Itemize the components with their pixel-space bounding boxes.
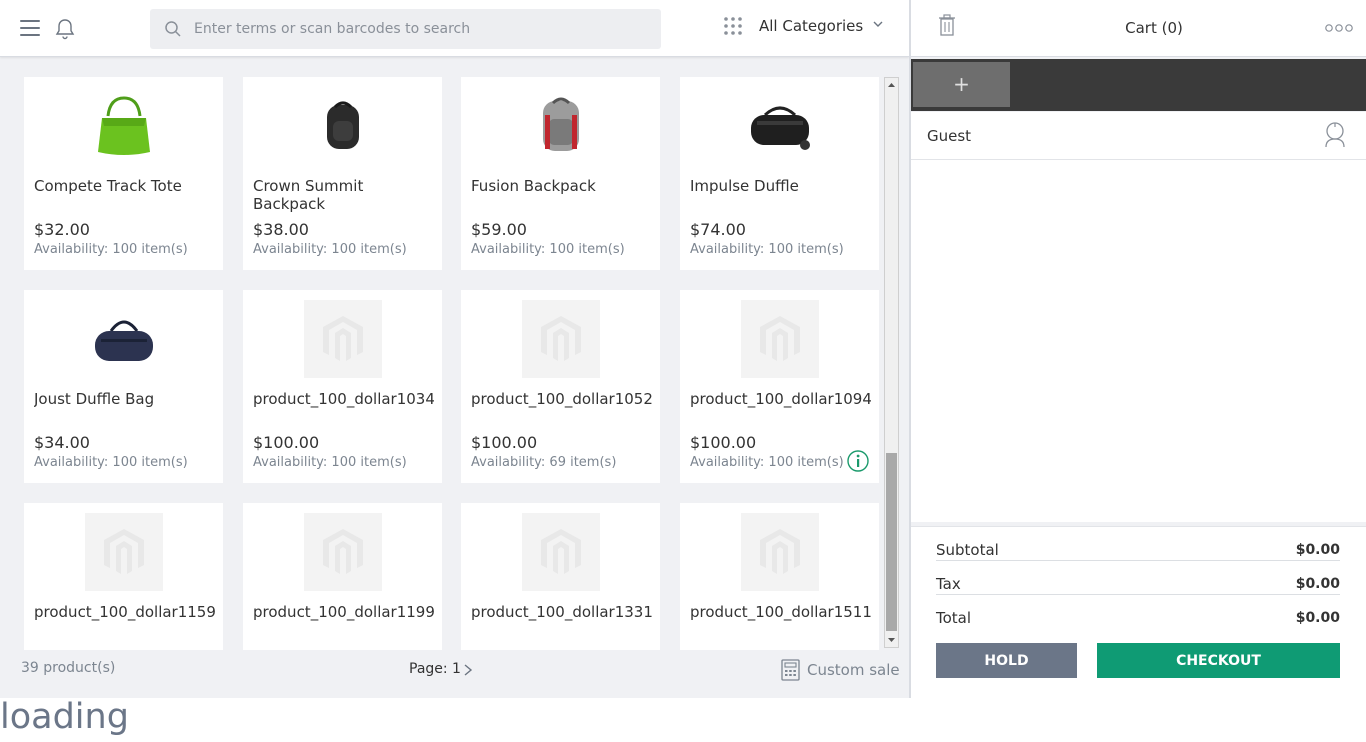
product-availability: Availability: 100 item(s) [253, 242, 407, 257]
product-availability: Availability: 100 item(s) [471, 242, 625, 257]
subtotal-label: Subtotal [936, 541, 999, 559]
subtotal-value: $0.00 [1295, 542, 1340, 558]
hamburger-menu-icon[interactable] [20, 20, 40, 38]
product-card[interactable]: product_100_dollar1034 $100.00 Availabil… [243, 290, 442, 483]
category-select[interactable]: All Categories [759, 17, 863, 35]
bag-product-image [85, 87, 163, 165]
product-price: $32.00 [34, 220, 90, 239]
info-icon[interactable] [847, 450, 869, 472]
scroll-down-arrow-icon[interactable] [885, 633, 898, 647]
user-icon[interactable] [1322, 121, 1348, 149]
checkout-button[interactable]: CHECKOUT [1097, 643, 1340, 678]
total-row: Total $0.00 [936, 595, 1340, 629]
product-name: product_100_dollar1199 [253, 603, 434, 621]
product-name: Impulse Duffle [690, 177, 799, 195]
subtotal-row: Subtotal $0.00 [936, 527, 1340, 561]
product-grid: Compete Track Tote $32.00 Availability: … [0, 58, 909, 650]
product-price: $34.00 [34, 433, 90, 452]
placeholder-image [521, 300, 600, 378]
product-price: $100.00 [690, 433, 757, 452]
duffle-product-image [741, 87, 819, 165]
product-name: product_100_dollar1511 [690, 603, 871, 621]
placeholder-image [303, 513, 382, 591]
cart-tabs-bar: + [911, 59, 1366, 111]
product-price: $74.00 [690, 220, 746, 239]
chevron-down-icon[interactable] [872, 18, 884, 30]
custom-sale-button[interactable]: Custom sale [781, 659, 900, 681]
chevron-right-icon[interactable] [462, 662, 474, 678]
backpack-product-image [304, 87, 382, 165]
product-availability: Availability: 100 item(s) [690, 242, 844, 257]
placeholder-image [740, 300, 819, 378]
cart-totals: Subtotal $0.00 Tax $0.00 Total $0.00 HOL… [911, 526, 1366, 698]
product-card[interactable]: product_100_dollar1094 $100.00 Availabil… [680, 290, 879, 483]
bell-icon[interactable] [53, 17, 77, 41]
placeholder-image [740, 513, 819, 591]
product-count: 39 product(s) [21, 660, 116, 676]
product-price: $59.00 [471, 220, 527, 239]
search-box [150, 9, 661, 49]
customer-row[interactable]: Guest [911, 112, 1366, 160]
product-name: Crown Summit Backpack [253, 177, 364, 213]
total-value: $0.00 [1295, 610, 1340, 626]
product-availability: Availability: 100 item(s) [690, 455, 844, 470]
product-name: product_100_dollar1159 [34, 603, 215, 621]
calculator-icon [781, 659, 800, 681]
product-card[interactable]: product_100_dollar1199 [243, 503, 442, 650]
placeholder-image [521, 513, 600, 591]
product-card[interactable]: Crown Summit Backpack $38.00 Availabilit… [243, 77, 442, 270]
product-price: $38.00 [253, 220, 309, 239]
product-card[interactable]: Impulse Duffle $74.00 Availability: 100 … [680, 77, 879, 270]
customer-name: Guest [927, 127, 972, 145]
product-card[interactable]: product_100_dollar1159 [24, 503, 223, 650]
product-name: product_100_dollar1052 [471, 390, 652, 408]
product-name: product_100_dollar1094 [690, 390, 871, 408]
search-icon [165, 21, 181, 37]
product-card[interactable]: Compete Track Tote $32.00 Availability: … [24, 77, 223, 270]
total-label: Total [936, 609, 972, 627]
page-indicator: Page: 1 [409, 661, 461, 677]
product-availability: Availability: 100 item(s) [253, 455, 407, 470]
backpack-product-image [522, 87, 600, 165]
product-name: Joust Duffle Bag [34, 390, 155, 408]
product-price: $100.00 [471, 433, 538, 452]
pos-app: All Categories Compete Track Tote $32.00… [0, 0, 1366, 698]
product-price: $100.00 [253, 433, 320, 452]
product-availability: Availability: 100 item(s) [34, 242, 188, 257]
product-name: Compete Track Tote [34, 177, 182, 195]
hold-button[interactable]: HOLD [936, 643, 1077, 678]
duffle-product-image [85, 300, 163, 378]
product-card[interactable]: Joust Duffle Bag $34.00 Availability: 10… [24, 290, 223, 483]
search-input[interactable] [194, 9, 649, 49]
product-name: product_100_dollar1331 [471, 603, 652, 621]
product-availability: Availability: 100 item(s) [34, 455, 188, 470]
product-availability: Availability: 69 item(s) [471, 455, 617, 470]
custom-sale-label: Custom sale [807, 661, 900, 679]
grid-dots-icon[interactable] [723, 16, 743, 36]
placeholder-image [84, 513, 163, 591]
scroll-up-arrow-icon[interactable] [885, 78, 898, 92]
product-card[interactable]: product_100_dollar1331 [461, 503, 660, 650]
cart-title: Cart (0) [1125, 19, 1183, 37]
tax-label: Tax [936, 575, 961, 593]
loading-status: loading [0, 697, 129, 737]
more-options-icon[interactable] [1325, 23, 1353, 33]
cart-items-list [911, 160, 1366, 522]
cart-header: Cart (0) [911, 0, 1366, 57]
product-card[interactable]: product_100_dollar1052 $100.00 Availabil… [461, 290, 660, 483]
grid-footer: 39 product(s) Page: 1 Custom sale [0, 650, 909, 698]
add-cart-tab-button[interactable]: + [913, 62, 1010, 107]
product-name: Fusion Backpack [471, 177, 596, 195]
tax-value: $0.00 [1295, 576, 1340, 592]
tax-row: Tax $0.00 [936, 561, 1340, 595]
product-card[interactable]: Fusion Backpack $59.00 Availability: 100… [461, 77, 660, 270]
top-bar: All Categories [0, 0, 909, 57]
scrollbar-thumb[interactable] [886, 453, 897, 631]
product-card[interactable]: product_100_dollar1511 [680, 503, 879, 650]
product-grid-scrollbar[interactable] [884, 77, 899, 648]
product-name: product_100_dollar1034 [253, 390, 434, 408]
placeholder-image [303, 300, 382, 378]
